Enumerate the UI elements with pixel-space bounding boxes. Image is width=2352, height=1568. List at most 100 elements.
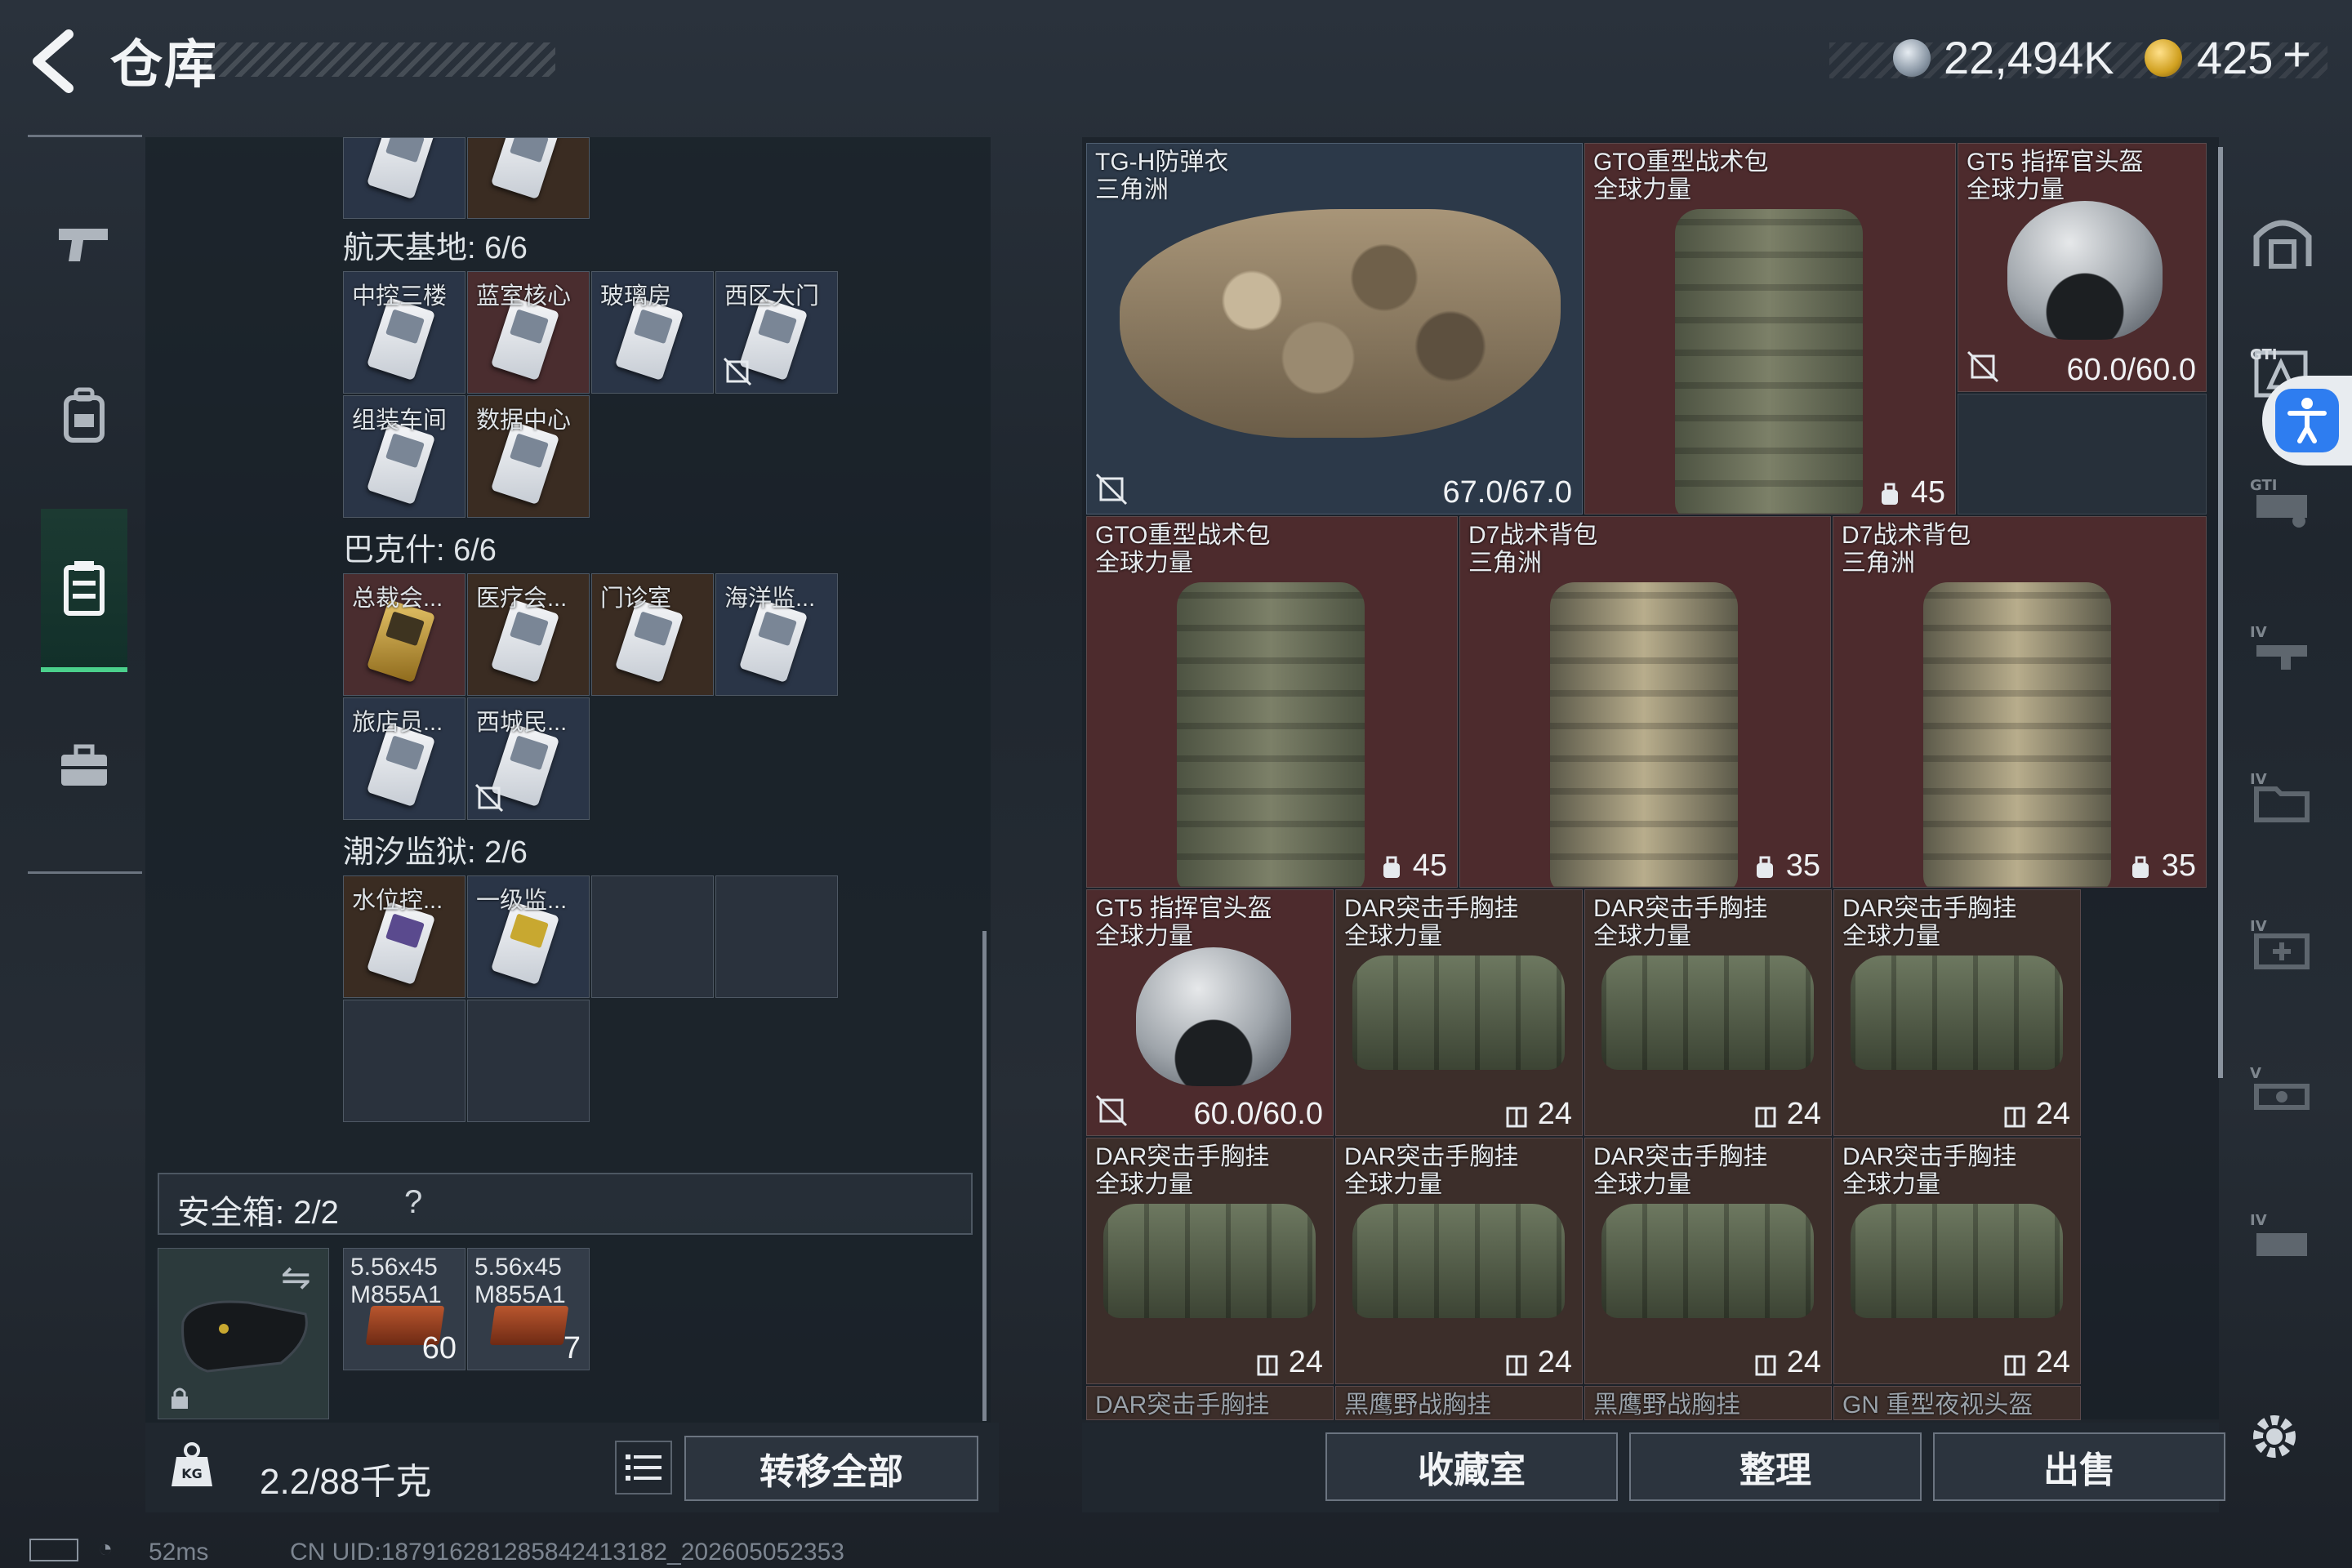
organize-button[interactable]: 整理 (1629, 1432, 1922, 1501)
item-chest-rig[interactable]: DAR突击手胸挂 全球力量 24 (1335, 889, 1583, 1136)
storage-scrollbar[interactable] (2218, 147, 2223, 1078)
safe-box-help-button[interactable]: ? (404, 1184, 422, 1221)
list-view-button[interactable] (615, 1441, 672, 1494)
transfer-all-button[interactable]: 转移全部 (684, 1436, 978, 1501)
top-bar: 仓库 22,494K 425 + (0, 0, 2352, 114)
item-backpack[interactable]: D7战术背包 三角洲 35 (1459, 516, 1831, 888)
item-partial[interactable]: DAR突击手胸挂 (1086, 1386, 1334, 1420)
item-faction: 三角洲 (1842, 550, 1915, 577)
key-card-partial[interactable] (343, 137, 466, 219)
item-partial[interactable]: 黑鹰野战胸挂 (1335, 1386, 1583, 1420)
key-card[interactable]: 门诊室 (591, 573, 714, 696)
accessibility-button[interactable] (2262, 376, 2352, 466)
storage-actions-bar: 收藏室 整理 出售 (1082, 1423, 2225, 1512)
filter-iv-2[interactable]: IV (2238, 735, 2328, 858)
ammo-slot[interactable]: 5.56x45 M855A1 60 (343, 1248, 466, 1370)
chest-rig-image (1103, 1204, 1316, 1318)
key-card-partial[interactable] (467, 137, 590, 219)
chest-rig-image (1352, 956, 1565, 1070)
nav-backpack[interactable] (41, 333, 127, 497)
empty-slot[interactable] (1958, 394, 2207, 514)
item-faction: 全球力量 (1095, 550, 1193, 577)
user-uid: CN UID:18791628128584241318​2_2026050523… (290, 1539, 844, 1566)
ammo-count: 60 (421, 1331, 457, 1365)
item-helmet[interactable]: GT5 指挥官头盔 全球力量 60.0/60.0 (1086, 889, 1334, 1136)
item-name: DAR突击手胸挂 (1842, 1143, 2017, 1170)
backpack-image (1923, 582, 2111, 887)
ammo-count: 7 (563, 1331, 581, 1365)
ammo-slot[interactable]: 5.56x45 M855A1 7 (467, 1248, 590, 1370)
item-faction: 全球力量 (1593, 1171, 1691, 1198)
empty-key-slot[interactable] (715, 875, 838, 998)
item-chest-rig[interactable]: DAR突击手胸挂 全球力量 24 (1584, 1138, 1832, 1384)
item-backpack[interactable]: D7战术背包 三角洲 35 (1833, 516, 2207, 888)
item-backpack[interactable]: GTO重型战术包 全球力量 45 (1086, 516, 1458, 888)
rig-capacity-icon (1506, 1107, 1527, 1128)
weight-readout: 2.2/88千克 (260, 1462, 432, 1502)
item-name: DAR突击手胸挂 (1344, 1143, 1519, 1170)
item-partial[interactable]: GN 重型夜视头盔 (1833, 1386, 2081, 1420)
item-armor-vest[interactable]: TG-H防弹衣 三角洲 67.0/67.0 (1086, 143, 1583, 514)
filter-v[interactable]: V (2238, 1029, 2328, 1152)
swap-icon[interactable]: ⇋ (281, 1257, 311, 1298)
nav-storage[interactable] (41, 509, 127, 672)
empty-key-slot[interactable] (467, 1000, 590, 1122)
item-helmet[interactable]: GT5 指挥官头盔 全球力量 60.0/60.0 (1958, 143, 2207, 392)
item-chest-rig[interactable]: DAR突击手胸挂 全球力量 24 (1086, 1138, 1334, 1384)
safe-box-label: 安全箱: 2/2 (177, 1195, 339, 1231)
item-faction: 全球力量 (1344, 923, 1442, 950)
item-name: GT5 指挥官头盔 (1967, 149, 2144, 176)
nav-toolbox[interactable] (41, 684, 127, 848)
item-chest-rig[interactable]: DAR突击手胸挂 全球力量 24 (1833, 889, 2081, 1136)
filter-iv-1[interactable]: IV (2238, 588, 2328, 710)
key-card[interactable]: 一级监... (467, 875, 590, 998)
item-faction: 全球力量 (1842, 923, 1940, 950)
item-name: D7战术背包 (1842, 522, 1971, 549)
item-name: GT5 指挥官头盔 (1095, 895, 1272, 922)
key-card[interactable]: 西城民... (467, 697, 590, 820)
empty-key-slot[interactable] (343, 1000, 466, 1122)
key-card[interactable]: 水位控... (343, 875, 466, 998)
folder-icon: IV (2250, 771, 2310, 822)
gold-balance: 425 (2197, 32, 2274, 83)
item-partial[interactable]: 黑鹰野战胸挂 (1584, 1386, 1832, 1420)
keys-scrollbar[interactable] (982, 931, 987, 1421)
key-card[interactable]: 数据中心 (467, 395, 590, 518)
vehicle-icon: V (2250, 1065, 2310, 1110)
key-card[interactable]: 玻璃房 (591, 271, 714, 394)
filter-iv-3[interactable]: IV (2238, 882, 2328, 1004)
storage-rack-icon: GTI (2250, 477, 2307, 528)
key-card[interactable]: 医疗会... (467, 573, 590, 696)
status-bar: ◔ 52ms CN UID:18791628128584241318​2_202… (0, 1529, 2352, 1568)
item-name: DAR突击手胸挂 (1842, 895, 2017, 922)
item-chest-rig[interactable]: DAR突击手胸挂 全球力量 24 (1335, 1138, 1583, 1384)
key-card[interactable]: 总裁会... (343, 573, 466, 696)
settings-gear-icon[interactable] (2247, 1410, 2301, 1463)
favorites-room-button[interactable]: 收藏室 (1325, 1432, 1618, 1501)
item-backpack[interactable]: GTO重型战术包 全球力量 45 (1584, 143, 1956, 514)
silver-coin-icon (1893, 39, 1931, 77)
add-currency-button[interactable]: + (2283, 26, 2311, 82)
filter-all[interactable] (2238, 180, 2328, 302)
back-arrow-icon[interactable] (23, 24, 88, 98)
category-nav (28, 135, 142, 874)
key-card[interactable]: 海洋监... (715, 573, 838, 696)
item-chest-rig[interactable]: DAR突击手胸挂 全球力量 24 (1584, 889, 1832, 1136)
nav-weapons[interactable] (41, 162, 127, 325)
filter-iv-4[interactable]: IV (2238, 1176, 2328, 1298)
chest-rig-image (1601, 956, 1814, 1070)
key-card[interactable]: 旅店员... (343, 697, 466, 820)
item-name: D7战术背包 (1468, 522, 1598, 549)
item-chest-rig[interactable]: DAR突击手胸挂 全球力量 24 (1833, 1138, 2081, 1384)
accessibility-icon (2275, 389, 2339, 452)
key-card[interactable]: 西区大门 (715, 271, 838, 394)
safe-box-case[interactable]: ⇋ (158, 1248, 329, 1419)
key-card[interactable]: 蓝室核心 (467, 271, 590, 394)
sell-button[interactable]: 出售 (1933, 1432, 2225, 1501)
empty-key-slot[interactable] (591, 875, 714, 998)
page-title: 仓库 (110, 35, 218, 94)
armor-vest-image (1120, 209, 1561, 438)
key-card[interactable]: 组装车间 (343, 395, 466, 518)
item-faction: 全球力量 (1593, 923, 1691, 950)
key-card[interactable]: 中控三楼 (343, 271, 466, 394)
